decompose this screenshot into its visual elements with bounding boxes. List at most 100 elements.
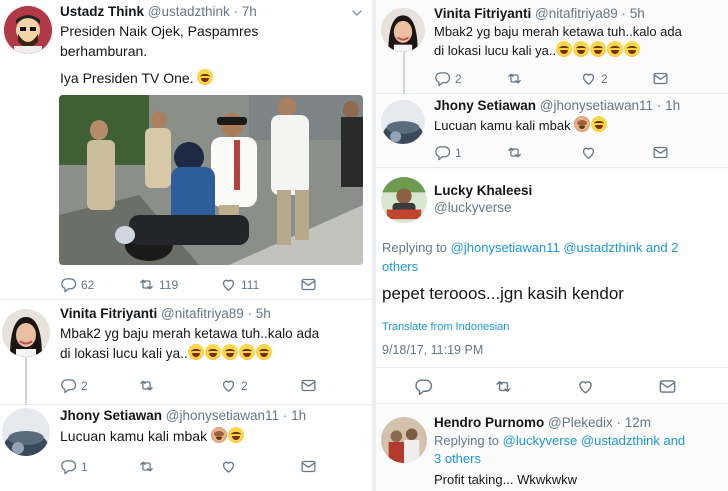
like-count: 2 — [241, 378, 248, 393]
laughing-emoji-icon — [624, 41, 641, 57]
retweet-icon — [494, 377, 513, 396]
thread-connector — [403, 52, 405, 94]
translate-link[interactable]: Translate from Indonesian — [382, 317, 509, 337]
handle-time[interactable]: @jhonysetiawan11 · 1h — [540, 98, 680, 113]
like-button[interactable] — [220, 458, 237, 475]
replying-prefix: Replying to — [382, 240, 448, 255]
retweet-icon — [506, 144, 523, 161]
reply-icon — [414, 377, 433, 396]
replying-to: Replying to @luckyverse @ustadzthink and… — [434, 432, 685, 468]
retweet-button[interactable] — [138, 458, 155, 475]
message-button[interactable] — [652, 70, 669, 87]
replying-to-line: Replying to @luckyverse @ustadzthink and — [434, 432, 685, 450]
display-name[interactable]: Hendro Purnomo — [434, 415, 544, 430]
retweet-icon — [138, 276, 155, 293]
reply-button[interactable]: 1 — [60, 458, 88, 475]
tweet-header: Vinita Fitriyanti @nitafitriya89 · 5h — [60, 306, 271, 321]
tweet-hendro[interactable]: Hendro Purnomo @Plekedix · 12m Replying … — [376, 405, 728, 491]
tweet-text-line: berhamburan. — [60, 43, 148, 59]
laughing-emoji-icon — [590, 41, 607, 57]
like-icon — [220, 458, 237, 475]
reply-button[interactable]: 2 — [60, 377, 88, 394]
retweet-button[interactable] — [506, 70, 523, 87]
display-name[interactable]: Jhony Setiawan — [60, 408, 162, 423]
avatar-photo — [381, 177, 427, 223]
tweet-jhony[interactable]: Jhony Setiawan @jhonysetiawan11 · 1h Luc… — [376, 95, 728, 168]
avatar[interactable] — [2, 408, 50, 456]
reply-button[interactable]: 1 — [434, 144, 462, 161]
tweet-text-line: Presiden Naik Ojek, Paspamres — [60, 23, 259, 39]
message-button[interactable] — [300, 458, 317, 475]
message-button[interactable] — [300, 276, 317, 293]
avatar[interactable] — [381, 100, 425, 144]
message-icon — [658, 377, 677, 396]
replying-users-link[interactable]: others — [382, 257, 712, 276]
tweet-header: Hendro Purnomo @Plekedix · 12m — [434, 415, 651, 430]
replying-to-line: Replying to @jhonysetiawan11 @ustadzthin… — [382, 238, 712, 257]
tweet-vinita[interactable]: Vinita Fitriyanti @nitafitriya89 · 5h Mb… — [0, 301, 372, 405]
message-button[interactable] — [658, 377, 677, 396]
handle[interactable]: @luckyverse — [434, 200, 532, 215]
replying-to: Replying to @jhonysetiawan11 @ustadzthin… — [382, 238, 712, 276]
display-name[interactable]: Ustadz Think — [60, 4, 144, 19]
reply-count: 62 — [81, 277, 95, 292]
reply-icon — [60, 276, 77, 293]
handle-time[interactable]: @nitafitriya89 · 5h — [535, 6, 645, 21]
retweet-button[interactable]: 119 — [138, 276, 178, 293]
message-button[interactable] — [300, 377, 317, 394]
tweet-text-span: di lokasi lucu kali ya.. — [434, 43, 557, 58]
replying-users-link[interactable]: @jhonysetiawan11 @ustadzthink and 2 — [451, 240, 679, 255]
like-button[interactable]: 111 — [220, 276, 259, 293]
handle-time[interactable]: @jhonysetiawan11 · 1h — [166, 408, 306, 423]
avatar[interactable] — [381, 417, 427, 463]
avatar[interactable] — [381, 177, 427, 223]
left-thread-panel: Ustadz Think @ustadzthink · 7h Presiden … — [0, 0, 372, 491]
display-name[interactable]: Lucky Khaleesi — [434, 183, 532, 198]
display-name[interactable]: Vinita Fitriyanti — [60, 306, 157, 321]
message-button[interactable] — [652, 144, 669, 161]
tweet-text: Lucuan kamu kali mbak — [60, 426, 245, 446]
tweet-photo[interactable] — [59, 95, 363, 265]
reply-count: 2 — [81, 378, 88, 393]
replying-users-link[interactable]: @luckyverse @ustadzthink and — [503, 433, 685, 448]
replying-users-link[interactable]: 3 others — [434, 450, 685, 468]
reply-button[interactable] — [414, 377, 433, 396]
tweet-lucky-khaleesi-focused[interactable]: Lucky Khaleesi @luckyverse Replying to @… — [376, 169, 728, 404]
retweet-button[interactable] — [138, 377, 155, 394]
tweet-timestamp[interactable]: 9/18/17, 11:19 PM — [382, 340, 483, 360]
chevron-down-icon[interactable] — [352, 8, 362, 18]
like-count: 2 — [601, 71, 608, 86]
like-button[interactable] — [580, 144, 597, 161]
reply-button[interactable]: 62 — [60, 276, 94, 293]
tweet-header: Jhony Setiawan @jhonysetiawan11 · 1h — [434, 98, 680, 113]
avatar[interactable] — [381, 8, 425, 52]
handle-time[interactable]: @Plekedix · 12m — [548, 415, 651, 430]
like-button[interactable]: 2 — [220, 377, 248, 394]
tweet-jhony[interactable]: Jhony Setiawan @jhonysetiawan11 · 1h Luc… — [0, 406, 372, 491]
laughing-emoji-icon — [221, 344, 238, 360]
reply-count: 2 — [455, 71, 462, 86]
retweet-button[interactable] — [494, 377, 513, 396]
avatar[interactable] — [4, 6, 52, 54]
retweet-button[interactable] — [506, 144, 523, 161]
tweet-header: Vinita Fitriyanti @nitafitriya89 · 5h — [434, 6, 645, 21]
tweet-text-line: di lokasi lucu kali ya.. — [434, 41, 682, 60]
grinning-emoji-icon — [227, 427, 244, 443]
tweet-ustadz-think[interactable]: Ustadz Think @ustadzthink · 7h Presiden … — [0, 0, 372, 300]
display-name[interactable]: Jhony Setiawan — [434, 98, 536, 113]
monkey-emoji-icon — [210, 427, 227, 443]
tweet-text-line: Mbak2 yg baju merah ketawa tuh..kalo ada — [434, 24, 682, 39]
avatar[interactable] — [2, 309, 50, 357]
monkey-emoji-icon — [574, 116, 591, 132]
laughing-emoji-icon — [197, 69, 214, 85]
grinning-emoji-icon — [591, 116, 608, 132]
handle-time[interactable]: @nitafitriya89 · 5h — [161, 306, 271, 321]
tweet-vinita[interactable]: Vinita Fitriyanti @nitafitriya89 · 5h Mb… — [376, 0, 728, 94]
handle-time[interactable]: @ustadzthink · 7h — [148, 4, 257, 19]
tweet-text: Presiden Naik Ojek, Paspamres berhambura… — [60, 21, 258, 88]
display-name[interactable]: Vinita Fitriyanti — [434, 6, 531, 21]
reply-button[interactable]: 2 — [434, 70, 462, 87]
like-button[interactable] — [576, 377, 595, 396]
reply-count: 1 — [81, 459, 88, 474]
like-button[interactable]: 2 — [580, 70, 608, 87]
